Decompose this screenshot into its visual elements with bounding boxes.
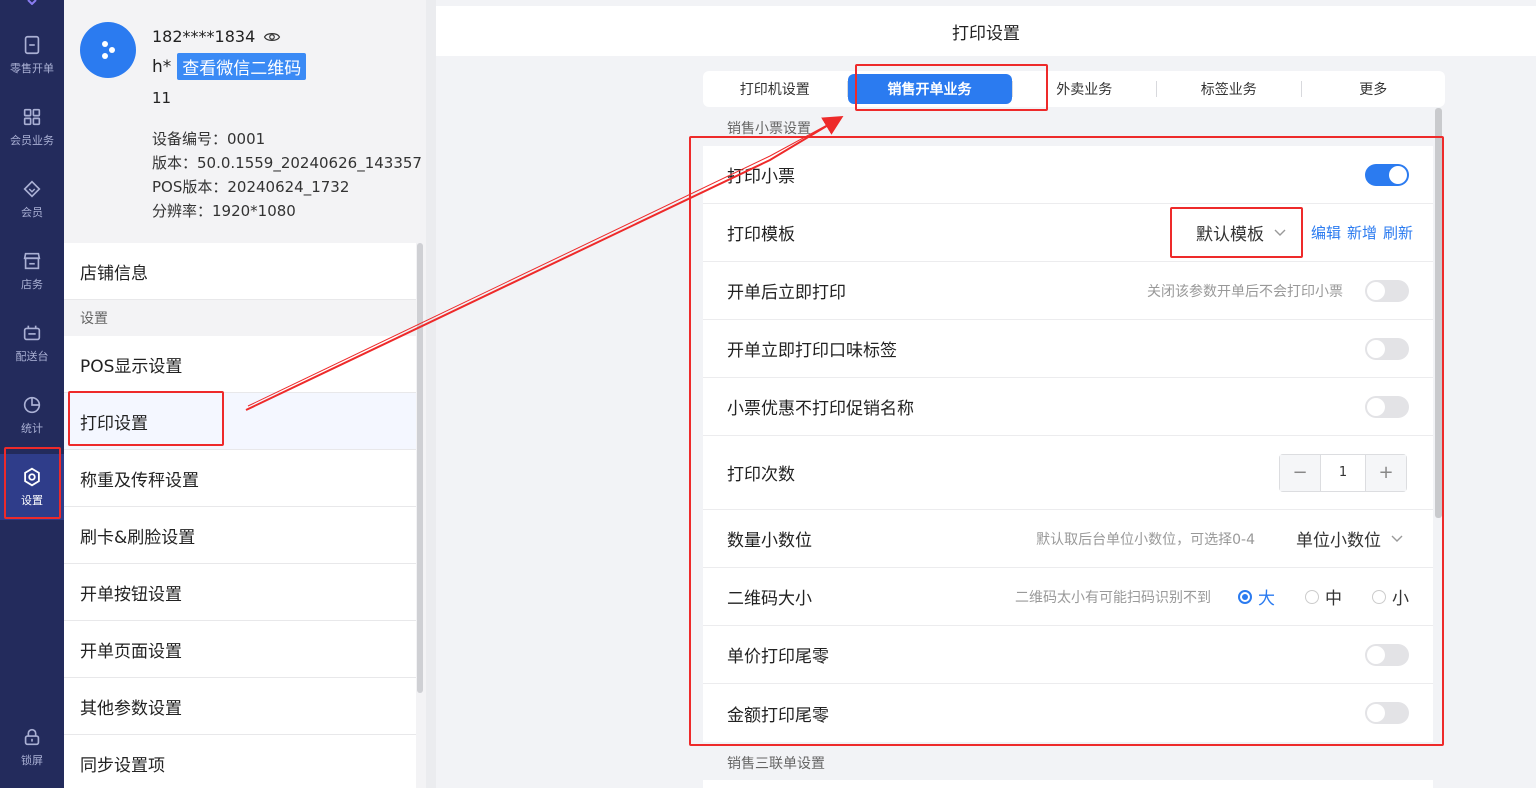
- tab-printer-settings[interactable]: 打印机设置: [703, 71, 847, 107]
- rail-item-member-business[interactable]: 会员业务: [0, 94, 64, 160]
- menu-item-order-page[interactable]: 开单页面设置: [64, 621, 416, 678]
- triplicate-settings-panel: [703, 780, 1433, 788]
- lock-icon: [24, 728, 40, 746]
- dots-logo-icon: [102, 41, 115, 59]
- device-number: 设备编号：0001: [152, 130, 266, 148]
- pos-version: POS版本：20240624_1732: [152, 178, 350, 196]
- settings-menu: 店铺信息 设置 POS显示设置 打印设置 称重及传秤设置 刷卡&刷脸设置 开单按…: [64, 243, 416, 788]
- rail-label: 配送台: [15, 350, 49, 363]
- rail-label: 统计: [21, 422, 43, 435]
- grid-icon: [23, 108, 41, 126]
- rail-label: 会员: [21, 206, 43, 219]
- logo-icon: [27, 0, 37, 5]
- name-row: h* 查看微信二维码: [152, 53, 307, 80]
- tab-label-business[interactable]: 标签业务: [1157, 71, 1301, 107]
- menu-item-sync-settings[interactable]: 同步设置项: [64, 735, 416, 788]
- eye-icon[interactable]: [263, 28, 281, 46]
- rail-label: 零售开单: [10, 62, 54, 75]
- tab-bar: 打印机设置 销售开单业务 外卖业务 标签业务 更多: [703, 71, 1445, 107]
- rail-label: 会员业务: [10, 134, 54, 147]
- diamond-icon: [23, 180, 41, 198]
- store-icon: [23, 252, 41, 270]
- rail-label: 店务: [21, 278, 43, 291]
- section-title-receipt: 销售小票设置: [727, 121, 811, 137]
- menu-group-settings: 设置: [64, 300, 416, 336]
- resolution: 分辨率：1920*1080: [152, 202, 296, 220]
- pane-divider: [426, 0, 436, 788]
- section-title-triplicate: 销售三联单设置: [727, 756, 825, 772]
- tab-label: 标签业务: [1200, 82, 1257, 98]
- phone-row: 182****1834: [152, 27, 281, 46]
- tab-label: 外卖业务: [1056, 82, 1113, 98]
- name-prefix: h*: [152, 56, 172, 77]
- receipt-icon: [24, 35, 40, 55]
- annotation-box-print-settings: [68, 391, 224, 446]
- phone-number: 182****1834: [152, 27, 256, 46]
- pie-chart-icon: [23, 396, 41, 414]
- store-code: 11: [152, 89, 172, 107]
- nav-rail: 零售开单 会员业务 会员 店务 配送台 统计 设置 锁屏: [0, 0, 64, 788]
- view-wechat-qr-link[interactable]: 查看微信二维码: [177, 53, 307, 80]
- menu-item-other-params[interactable]: 其他参数设置: [64, 678, 416, 735]
- menu-item-pos-display[interactable]: POS显示设置: [64, 336, 416, 393]
- tab-label: 更多: [1359, 82, 1388, 98]
- annotation-box-sales-tab: [855, 64, 1048, 111]
- rail-item-stats[interactable]: 统计: [0, 382, 64, 448]
- app-version: 版本：50.0.1559_20240626_143357: [152, 154, 422, 172]
- rail-label: 锁屏: [21, 754, 43, 767]
- annotation-box-template-select: [1170, 207, 1303, 258]
- tab-label: 打印机设置: [739, 82, 810, 98]
- menu-item-order-buttons[interactable]: 开单按钮设置: [64, 564, 416, 621]
- avatar: [80, 22, 136, 78]
- rail-item-store[interactable]: 店务: [0, 238, 64, 304]
- tab-more[interactable]: 更多: [1302, 71, 1446, 107]
- menu-item-weighing[interactable]: 称重及传秤设置: [64, 450, 416, 507]
- profile-card: 182****1834 h* 查看微信二维码 11 设备编号：0001 版本：5…: [64, 0, 426, 243]
- rail-item-retail[interactable]: 零售开单: [0, 22, 64, 88]
- sidebar-scrollbar[interactable]: [417, 243, 423, 693]
- annotation-box-receipt-panel: [689, 136, 1444, 746]
- menu-item-card-face[interactable]: 刷卡&刷脸设置: [64, 507, 416, 564]
- rail-item-lock[interactable]: 锁屏: [0, 714, 64, 780]
- menu-item-store-info[interactable]: 店铺信息: [64, 243, 416, 300]
- delivery-icon: [23, 325, 41, 341]
- rail-item-member[interactable]: 会员: [0, 166, 64, 232]
- annotation-box-settings-rail: [4, 447, 61, 519]
- rail-item-delivery[interactable]: 配送台: [0, 310, 64, 376]
- page-title: 打印设置: [436, 6, 1536, 56]
